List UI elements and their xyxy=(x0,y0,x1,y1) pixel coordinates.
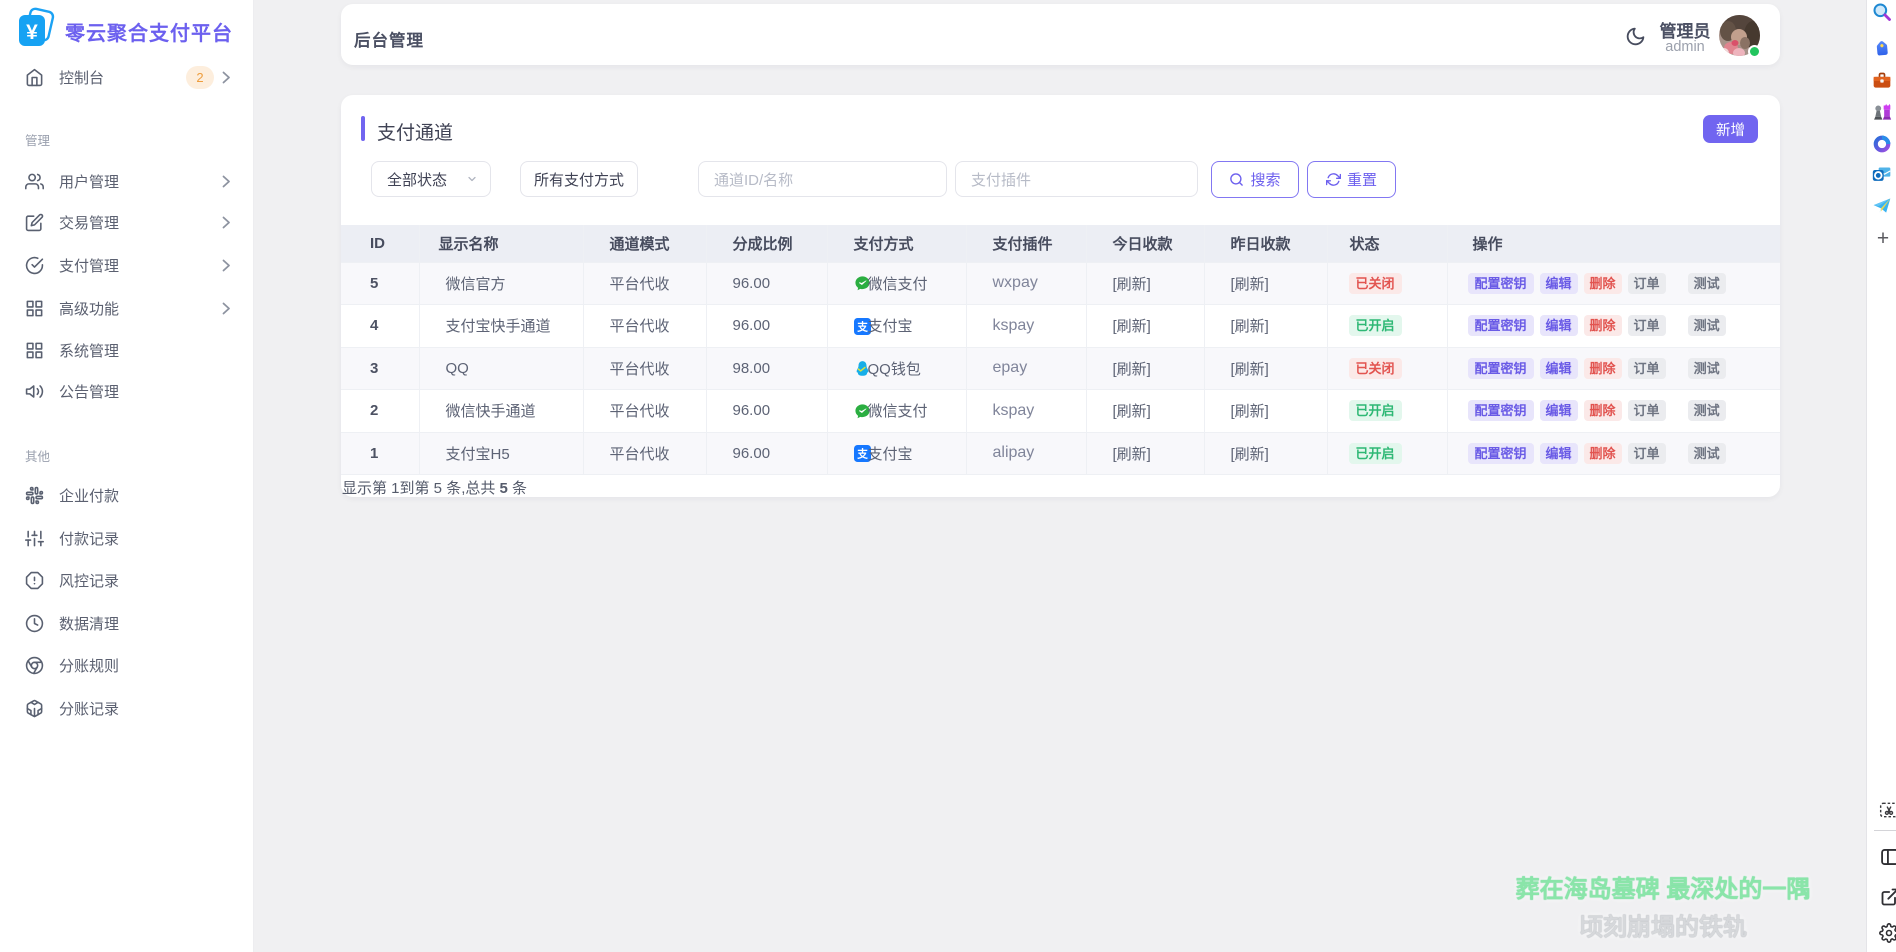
svg-text:支: 支 xyxy=(856,448,868,461)
svg-text:支: 支 xyxy=(856,320,868,333)
svg-text:¥: ¥ xyxy=(26,21,38,44)
